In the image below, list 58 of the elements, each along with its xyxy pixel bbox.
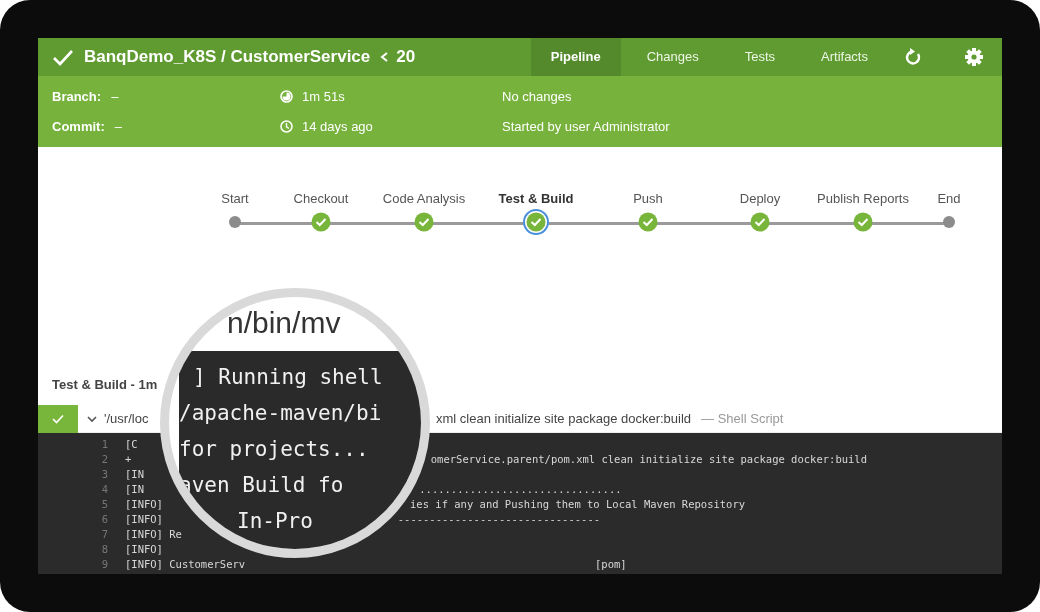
run-number: 20 bbox=[396, 46, 416, 69]
line-number: 1 bbox=[100, 437, 109, 452]
started-ago-text: 14 days ago bbox=[302, 118, 373, 136]
log-text: [INFO] CustomerServ bbox=[125, 558, 246, 570]
stage-success-node[interactable] bbox=[523, 209, 549, 235]
magnified-log-line: /apache-maven/bi bbox=[179, 400, 382, 427]
log-text: [C bbox=[125, 438, 138, 450]
branch-label: Branch: bbox=[52, 87, 102, 106]
stage-label[interactable]: Deploy bbox=[739, 189, 781, 209]
rerun-icon[interactable] bbox=[904, 47, 922, 67]
duration-text: 1m 51s bbox=[302, 87, 345, 106]
log-text: ies if any and Pushing them to Local Maven Repository bbox=[410, 497, 746, 512]
log-text: [INFO] Re bbox=[125, 528, 182, 540]
stage-label[interactable]: Publish Reports bbox=[817, 189, 909, 209]
commit-label: Commit: bbox=[52, 118, 105, 136]
stage-label[interactable]: Test & Build bbox=[498, 189, 574, 209]
line-number: 7 bbox=[100, 527, 109, 542]
line-number: 6 bbox=[100, 512, 109, 527]
commit-value: – bbox=[114, 118, 122, 136]
stage-label[interactable]: Checkout bbox=[293, 189, 349, 209]
command-text: '/usr/loc bbox=[104, 410, 149, 426]
log-text: [INFO] bbox=[125, 498, 163, 510]
stage-label[interactable]: Code Analysis bbox=[382, 189, 466, 209]
step-type: — Shell Script bbox=[701, 409, 784, 428]
log-text: [INFO] bbox=[125, 543, 163, 555]
line-number: 8 bbox=[100, 542, 109, 557]
check-icon bbox=[52, 413, 64, 424]
tab[interactable]: Pipeline bbox=[530, 38, 621, 76]
log-text: ................................ bbox=[419, 482, 622, 497]
magnified-log-line: In-Pro bbox=[237, 508, 313, 535]
magnified-text: n/bin/mv bbox=[227, 305, 341, 341]
timer-icon bbox=[280, 89, 293, 103]
log-text: + bbox=[125, 453, 132, 465]
branch-value: – bbox=[111, 87, 119, 106]
stage-label[interactable]: Start bbox=[221, 189, 249, 209]
line-number: 9 bbox=[100, 557, 109, 572]
log-text: [INFO] bbox=[125, 513, 163, 525]
log-text: omerService.parent/pom.xml clean initialize site package docker:build bbox=[430, 452, 867, 467]
log-text: [IN bbox=[125, 468, 144, 480]
stage-endpoint bbox=[229, 216, 241, 228]
log-text: [IN bbox=[125, 483, 144, 495]
line-number: 4 bbox=[100, 482, 109, 497]
log-text: -------------------------------- bbox=[397, 512, 601, 527]
line-number: 2 bbox=[100, 452, 109, 467]
log-text: [pom] bbox=[595, 557, 627, 572]
cause-text: Started by user Administrator bbox=[502, 118, 670, 136]
clock-icon bbox=[280, 120, 293, 134]
changes-text: No changes bbox=[502, 87, 572, 106]
section-title: Test & Build - 1m bbox=[52, 377, 158, 392]
magnified-log-line: for projects... bbox=[179, 436, 369, 463]
magnified-log-line: ] Running shell bbox=[193, 364, 383, 391]
line-number: 3 bbox=[100, 467, 109, 482]
command-text: xml clean initialize site package docker:build bbox=[436, 409, 692, 428]
stage-label[interactable]: Push bbox=[633, 189, 663, 209]
settings-icon[interactable] bbox=[964, 47, 984, 67]
line-number: 5 bbox=[100, 497, 109, 512]
stage-endpoint bbox=[943, 216, 955, 228]
stage-label[interactable]: End bbox=[937, 189, 961, 209]
